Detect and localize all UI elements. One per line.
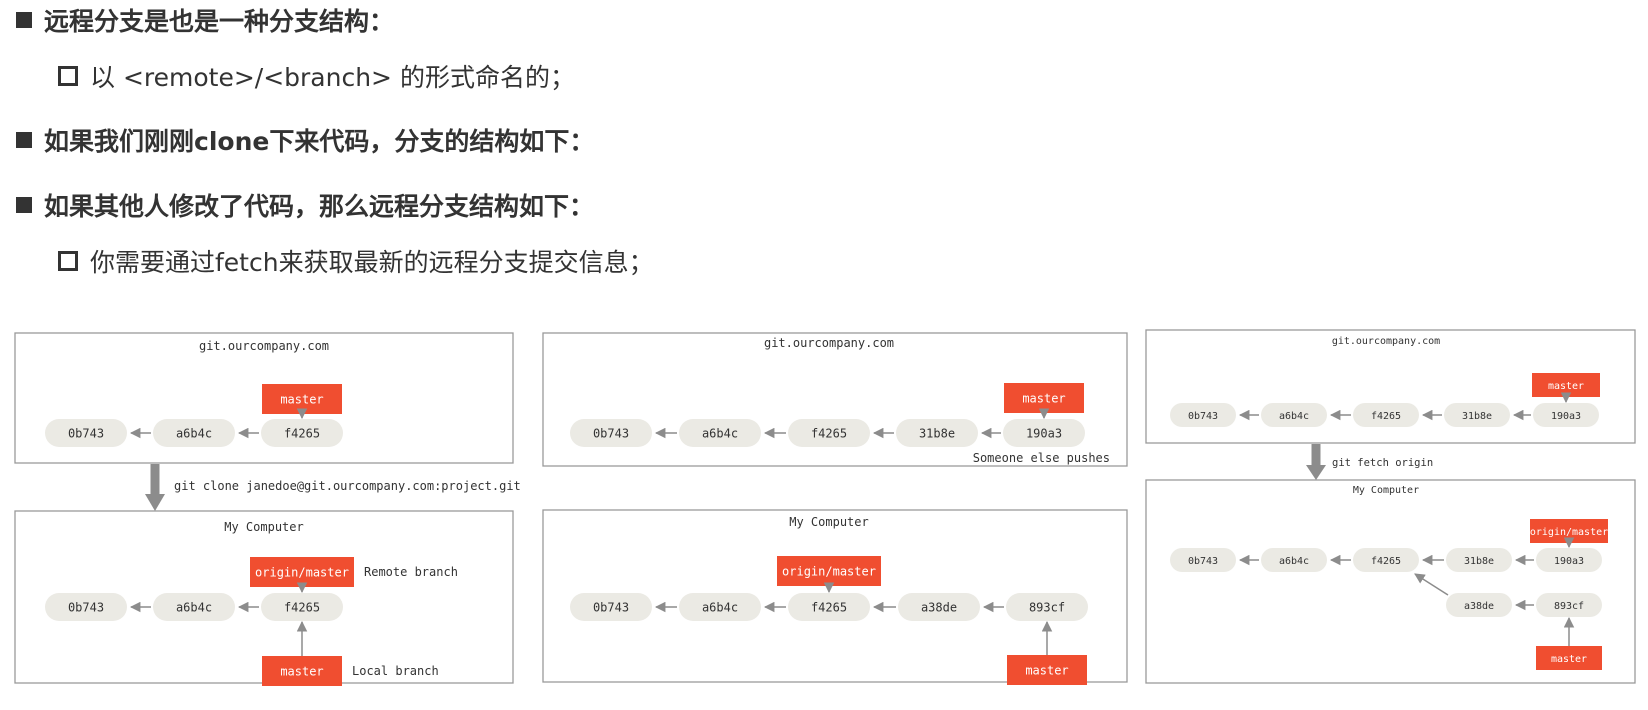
subbullet-fetch-info: 你需要通过fetch来获取最新的远程分支提交信息； [58,243,654,279]
p3-transfer-label: git fetch origin [1332,457,1433,469]
hollow-square-bullet-icon [58,251,78,271]
p1-local-commit-f4265-label: f4265 [284,601,320,615]
p1-local-title: My Computer [224,520,303,534]
square-bullet-icon [16,132,32,148]
p3-local-commit-893cf-label: 893cf [1554,601,1584,612]
p3-server-commit-a6b4c-label: a6b4c [1279,411,1309,422]
p1-server-commit-0b743-label: 0b743 [68,427,104,441]
p1-local-branch-master-caption: Local branch [352,664,439,678]
p3-local-edge-a38de-f4265 [1414,573,1449,596]
bullet-text: 如果我们刚刚clone下来代码，分支的结构如下： [44,127,595,156]
p2-server-commit-0b743-label: 0b743 [593,427,629,441]
fetch-transfer-arrowhead [1306,465,1326,480]
p3-local-commit-31b8e-label: 31b8e [1464,556,1494,567]
p3-local-commit-f4265-label: f4265 [1371,556,1401,567]
p1-local-branch-master-label: master [280,665,323,679]
subbullet-naming-format: 以 <remote>/<branch> 的形式命名的； [58,58,575,94]
square-bullet-icon [16,197,32,213]
p2-local-commit-0b743-label: 0b743 [593,601,629,615]
p2-local-commit-f4265-label: f4265 [811,601,847,615]
p1-transfer-label: git clone janedoe@git.ourcompany.com:pro… [174,479,521,493]
p3-local-commit-190a3-label: 190a3 [1554,556,1584,567]
p2-server-commit-190a3-label: 190a3 [1026,427,1062,441]
p3-local-branch-origin-master-label: origin/master [1530,527,1608,538]
p3-server-title: git.ourcompany.com [1332,336,1440,347]
p3-server-commit-0b743-label: 0b743 [1188,411,1218,422]
p1-local-branch-origin-master-label: origin/master [255,566,349,580]
p3-server-commit-f4265-label: f4265 [1371,411,1401,422]
p2-local-title: My Computer [789,515,868,529]
git-remote-branch-diagrams: git.ourcompany.com My Computer git clone… [14,329,1636,686]
p3-local-commit-a6b4c-label: a6b4c [1279,556,1309,567]
bullet-others-modified: 如果其他人修改了代码，那么远程分支结构如下： [16,187,594,223]
p3-local-commit-a38de-label: a38de [1464,601,1494,612]
p2-server-branch-master-label: master [1022,392,1065,406]
hollow-square-bullet-icon [58,66,78,86]
square-bullet-icon [16,12,32,28]
p3-local-title: My Computer [1353,485,1419,496]
p2-server-commit-a6b4c-label: a6b4c [702,427,738,441]
p1-local-commit-a6b4c-label: a6b4c [176,601,212,615]
p2-server-note: Someone else pushes [973,451,1110,465]
p3-server-commit-190a3-label: 190a3 [1551,411,1581,422]
p2-local-commit-893cf-label: 893cf [1029,601,1065,615]
p2-local-branch-master-label: master [1025,664,1068,678]
p1-server-commit-f4265-label: f4265 [284,427,320,441]
p2-server-title: git.ourcompany.com [764,336,894,350]
p2-local-branch-origin-master-label: origin/master [782,565,876,579]
p3-local-branch-master-label: master [1551,654,1587,665]
bullet-after-clone: 如果我们刚刚clone下来代码，分支的结构如下： [16,122,594,158]
p2-server-commit-31b8e-label: 31b8e [919,427,955,441]
bullet-remote-branch-structure: 远程分支是也是一种分支结构： [16,2,394,38]
subbullet-text: 你需要通过fetch来获取最新的远程分支提交信息； [90,248,654,277]
p1-server-branch-master-label: master [280,393,323,407]
p3-server-commit-31b8e-label: 31b8e [1462,411,1492,422]
p2-local-commit-a38de-label: a38de [921,601,957,615]
bullet-text: 如果其他人修改了代码，那么远程分支结构如下： [44,192,595,221]
p1-server-title: git.ourcompany.com [199,339,329,353]
clone-transfer-arrowhead [145,494,165,511]
bullet-text: 远程分支是也是一种分支结构： [44,7,395,36]
subbullet-text: 以 <remote>/<branch> 的形式命名的； [90,63,575,92]
p2-server-commit-f4265-label: f4265 [811,427,847,441]
p1-local-commit-0b743-label: 0b743 [68,601,104,615]
p3-local-commit-0b743-label: 0b743 [1188,556,1218,567]
p1-server-commit-a6b4c-label: a6b4c [176,427,212,441]
p2-local-commit-a6b4c-label: a6b4c [702,601,738,615]
p1-local-branch-origin-master-caption: Remote branch [364,565,458,579]
p3-server-branch-master-label: master [1548,381,1584,392]
